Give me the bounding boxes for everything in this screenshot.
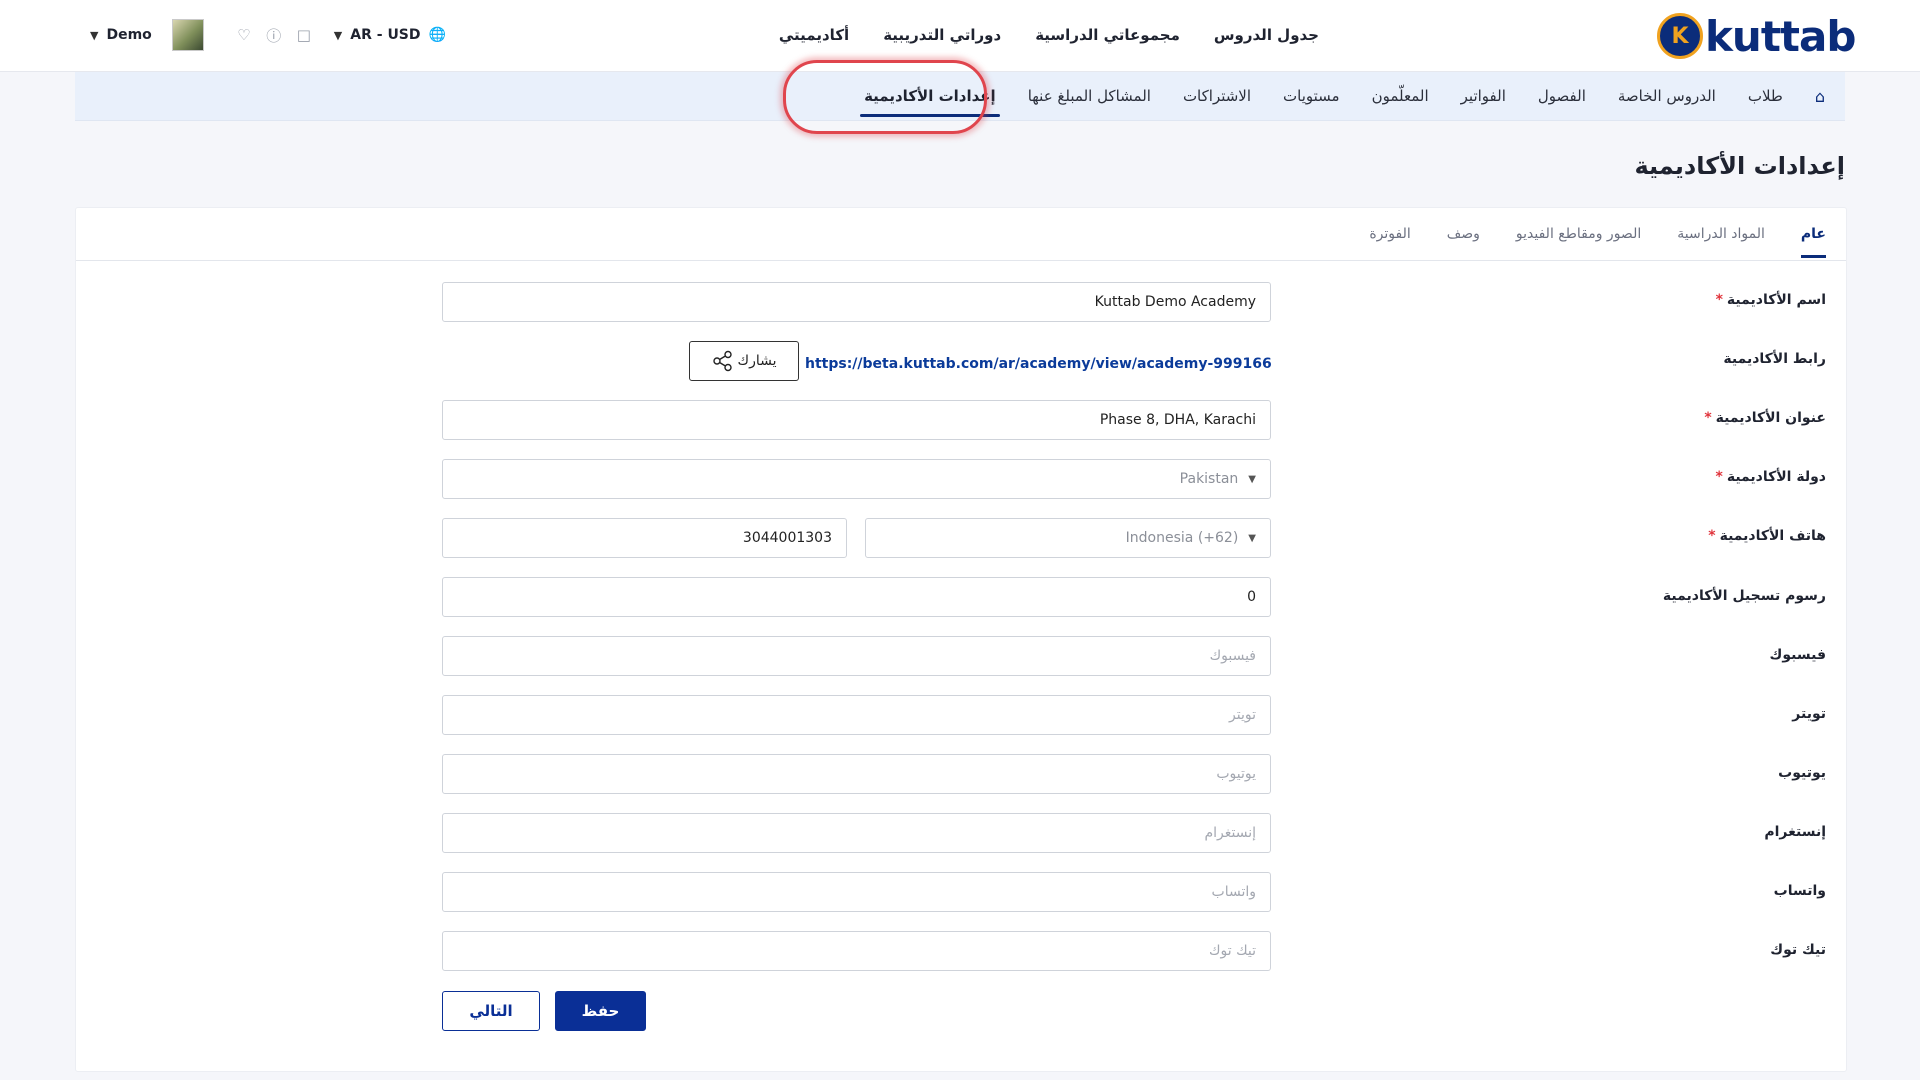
nav-my-study-groups[interactable]: مجموعاتي الدراسية [1035, 26, 1180, 44]
academy-link[interactable]: https://beta.kuttab.com/ar/academy/view/… [805, 356, 1272, 372]
academy-address-label: عنوان الأكاديمية* [1704, 410, 1826, 426]
home-icon[interactable]: ⌂ [1815, 87, 1825, 106]
academy-name-input[interactable]: Kuttab Demo Academy [442, 282, 1271, 322]
tab-subjects[interactable]: المواد الدراسية [1677, 226, 1765, 242]
academy-phone-label-text: هاتف الأكاديمية [1719, 528, 1826, 544]
dropdown-caret-icon: ▼ [1248, 532, 1256, 544]
tab-billing[interactable]: الفوترة [1369, 226, 1410, 242]
user-name: Demo [106, 27, 152, 43]
settings-card: عام المواد الدراسية الصور ومقاطع الفيديو… [75, 207, 1847, 1072]
instagram-label: إنستغرام [1764, 824, 1826, 840]
academy-address-label-text: عنوان الأكاديمية [1715, 410, 1826, 426]
whatsapp-label: واتساب [1773, 883, 1826, 899]
academy-country-value: Pakistan [1179, 471, 1239, 487]
share-label: يشارك [737, 353, 777, 369]
chevron-down-icon: ▼ [90, 28, 99, 42]
kuttab-logo[interactable]: K kuttab [1657, 11, 1856, 61]
academy-subnav: ⌂ طلاب الدروس الخاصة الفصول الفواتير الم… [75, 72, 1845, 121]
subnav-students[interactable]: طلاب [1748, 87, 1783, 105]
tiktok-label: تيك توك [1770, 942, 1826, 958]
user-menu[interactable]: ▼ Demo [90, 27, 152, 43]
settings-tabs: عام المواد الدراسية الصور ومقاطع الفيديو… [1369, 208, 1827, 260]
subnav-classes[interactable]: الفصول [1538, 87, 1586, 105]
subnav-levels[interactable]: مستويات [1283, 87, 1340, 105]
top-header: K kuttab جدول الدروس مجموعاتي الدراسية د… [0, 0, 1920, 72]
heart-icon[interactable]: ♡ [234, 26, 254, 44]
instagram-input[interactable]: إنستغرام [442, 813, 1271, 853]
whatsapp-input[interactable]: واتساب [442, 872, 1271, 912]
twitter-label: تويتر [1792, 706, 1826, 722]
header-icons: ♡ ⓘ □ [234, 25, 314, 46]
subnav-subscriptions[interactable]: الاشتراكات [1183, 87, 1251, 105]
share-icon [712, 350, 732, 372]
language-currency-label: AR - USD [350, 27, 421, 43]
academy-address-input[interactable]: Phase 8, DHA, Karachi [442, 400, 1271, 440]
academy-phone-input[interactable]: 3044001303 [442, 518, 847, 558]
chevron-down-icon: ▼ [333, 28, 343, 42]
avatar[interactable] [171, 19, 204, 51]
page-title: إعدادات الأكاديمية [1634, 152, 1845, 180]
required-marker: * [1715, 292, 1723, 308]
chat-icon[interactable]: □ [294, 26, 314, 44]
subnav-teachers[interactable]: المعلّمون [1372, 87, 1429, 105]
nav-lessons-schedule[interactable]: جدول الدروس [1214, 26, 1319, 44]
youtube-input[interactable]: يوتيوب [442, 754, 1271, 794]
next-button[interactable]: التالي [442, 991, 540, 1031]
share-button[interactable]: يشارك [689, 341, 799, 381]
logo-text: kuttab [1705, 11, 1856, 61]
subnav-invoices[interactable]: الفواتير [1461, 87, 1506, 105]
twitter-input[interactable]: تويتر [442, 695, 1271, 735]
subnav-reported-issues[interactable]: المشاكل المبلغ عنها [1028, 87, 1151, 105]
nav-my-courses[interactable]: دوراتي التدريبية [883, 26, 1001, 44]
required-marker: * [1715, 469, 1723, 485]
main-nav: جدول الدروس مجموعاتي الدراسية دوراتي الت… [779, 0, 1319, 70]
academy-country-label-text: دولة الأكاديمية [1726, 469, 1826, 485]
save-button[interactable]: حفظ [555, 991, 646, 1031]
youtube-label: يوتيوب [1778, 765, 1826, 781]
facebook-label: فيسبوك [1769, 647, 1826, 663]
phone-country-code-select[interactable]: ▼ Indonesia (+62) [865, 518, 1271, 558]
academy-country-select[interactable]: ▼ Pakistan [442, 459, 1271, 499]
tabs-divider [76, 260, 1846, 261]
facebook-input[interactable]: فيسبوك [442, 636, 1271, 676]
academy-name-label: اسم الأكاديمية* [1716, 292, 1826, 308]
logo-mark-icon: K [1657, 13, 1703, 59]
tiktok-input[interactable]: تيك توك [442, 931, 1271, 971]
nav-my-academy[interactable]: أكاديميتي [779, 26, 849, 44]
subnav-academy-settings[interactable]: إعدادات الأكاديمية [860, 87, 1000, 117]
language-currency-selector[interactable]: ▼ AR - USD 🌐 [334, 27, 446, 43]
academy-country-label: دولة الأكاديمية* [1716, 469, 1827, 485]
tab-photos-videos[interactable]: الصور ومقاطع الفيديو [1516, 226, 1641, 242]
help-icon[interactable]: ⓘ [264, 25, 284, 46]
academy-name-label-text: اسم الأكاديمية [1726, 292, 1826, 308]
tab-description[interactable]: وصف [1447, 226, 1480, 242]
academy-link-label: رابط الأكاديمية [1723, 351, 1826, 367]
header-utilities: ▼ Demo ♡ ⓘ □ ▼ AR - USD 🌐 [90, 0, 446, 70]
phone-country-code-value: Indonesia (+62) [1125, 530, 1239, 546]
tab-general[interactable]: عام [1800, 226, 1827, 258]
dropdown-caret-icon: ▼ [1248, 473, 1256, 485]
required-marker: * [1704, 410, 1712, 426]
registration-fee-input[interactable]: 0 [442, 577, 1271, 617]
required-marker: * [1708, 528, 1716, 544]
subnav-private-lessons[interactable]: الدروس الخاصة [1618, 87, 1716, 105]
academy-phone-label: هاتف الأكاديمية* [1708, 528, 1826, 544]
registration-fee-label: رسوم تسجيل الأكاديمية [1662, 588, 1826, 604]
globe-icon: 🌐 [428, 27, 446, 43]
